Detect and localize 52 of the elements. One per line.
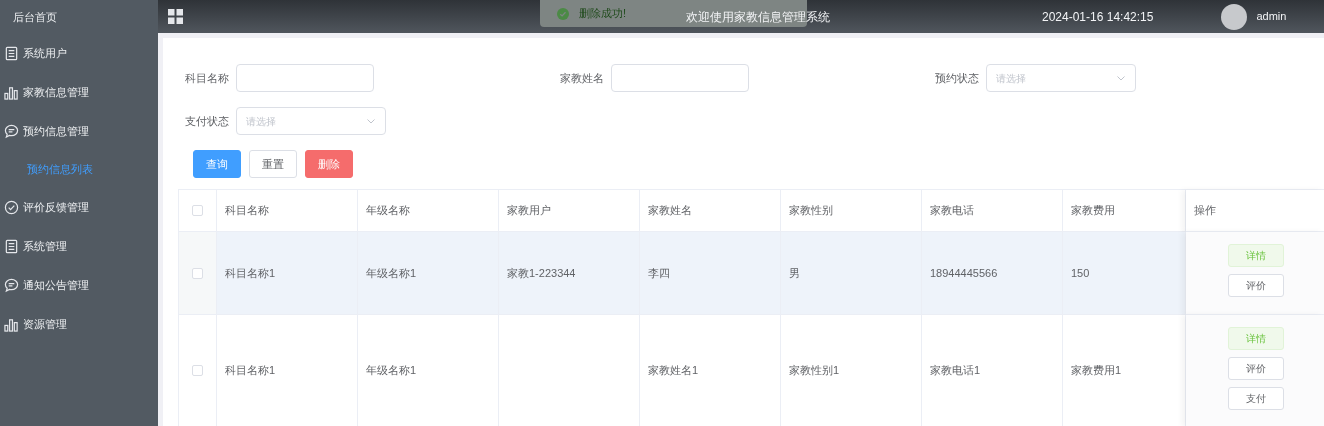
sidebar-item[interactable]: 家教信息管理 — [0, 73, 158, 112]
chat-bubble-icon — [4, 278, 19, 293]
page-title: 欢迎使用家教信息管理系统 — [686, 8, 830, 26]
select-all-checkbox[interactable] — [192, 205, 203, 216]
filter-input[interactable] — [236, 64, 374, 92]
check-circle-icon — [557, 7, 569, 20]
action-button[interactable]: 重置 — [249, 150, 297, 178]
home-link[interactable]: 后台首页 — [13, 8, 57, 26]
row-action-button[interactable]: 评价 — [1228, 274, 1284, 297]
user-name[interactable]: admin — [1256, 8, 1287, 25]
table-cell-text: 150 — [1071, 265, 1090, 281]
table-row[interactable]: 科目名称1 年级名称1 家教姓名1 家教性别1 家教电话1 家教费用1 详情 评价 支付 — [179, 315, 1324, 426]
filter-label: 预约状态 — [934, 70, 980, 86]
table-cell-text: 年级名称1 — [366, 363, 417, 379]
document-icon — [4, 239, 19, 254]
row-action-button[interactable]: 支付 — [1228, 387, 1284, 410]
filter-label: 支付状态 — [184, 113, 230, 129]
check-circle-icon — [4, 200, 19, 215]
row-checkbox[interactable] — [192, 365, 203, 376]
filter-label: 科目名称 — [184, 70, 230, 86]
table-cell-text: 家教姓名1 — [648, 363, 699, 379]
row-checkbox[interactable] — [192, 267, 203, 279]
filter-input[interactable] — [611, 64, 749, 92]
table-cell-text: 科目名称1 — [225, 265, 276, 281]
chat-bubble-icon — [4, 124, 19, 139]
document-icon — [4, 46, 19, 61]
table-cell-text: 男 — [789, 265, 800, 281]
toast-message: 删除成功! — [579, 6, 627, 22]
sidebar-item[interactable]: 预约信息管理 — [0, 112, 158, 151]
table-cell-text: 年级名称1 — [366, 265, 417, 281]
sidebar-item[interactable]: 系统用户 — [0, 34, 158, 73]
sidebar-item[interactable]: 资源管理 — [0, 305, 158, 344]
sidebar-item[interactable]: 系统管理 — [0, 227, 158, 266]
bar-chart-icon — [4, 317, 19, 332]
table-cell-text: 科目名称1 — [225, 363, 276, 379]
bar-chart-icon — [4, 85, 19, 100]
table-cell-text: 18944445566 — [930, 265, 998, 281]
chevron-down-icon — [366, 116, 376, 126]
table-cell-text: 李四 — [648, 265, 670, 281]
table-cell-text: 家教费用1 — [1071, 363, 1122, 379]
table-cell-text: 家教1-223344 — [507, 265, 576, 281]
table-row[interactable]: 科目名称1 年级名称1 家教1-223344 李四 男 18944445566 150 详情 评价 — [179, 232, 1324, 315]
chevron-down-icon — [1116, 73, 1126, 83]
avatar[interactable] — [1221, 3, 1248, 30]
filter-label: 家教姓名 — [559, 70, 605, 86]
date-time: 2024-01-16 14:42:15 — [1042, 8, 1154, 26]
row-action-button[interactable]: 评价 — [1228, 357, 1284, 380]
table-cell-text: 家教性别1 — [789, 363, 840, 379]
sidebar-item[interactable]: 通知公告管理 — [0, 266, 158, 305]
table-cell-text: 家教电话1 — [930, 363, 981, 379]
sidebar-item[interactable]: 评价反馈管理 — [0, 188, 158, 227]
grid-menu-icon[interactable] — [168, 9, 183, 24]
